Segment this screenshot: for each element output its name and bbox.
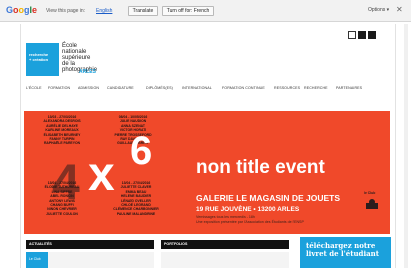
promo-line: livret de l'étudiant — [306, 248, 379, 258]
nav-item-admission[interactable]: ADMISSION — [78, 86, 99, 90]
google-logo-letter: e — [32, 5, 38, 15]
artists-column-4: 13/04 - 27/04/2016 JULIETTE CLAVER EMMA … — [108, 181, 164, 216]
logo-city: ARLES — [79, 69, 96, 75]
gallery-name: GALERIE LE MAGASIN DE JOUETS — [196, 193, 341, 203]
artists-column-1: 13/03 - 27/03/2016 ALEXANDRA DESROIS AUR… — [38, 115, 86, 146]
share-icon[interactable] — [358, 31, 366, 39]
artist-name: PAULINE MALANDRINE — [116, 211, 156, 216]
artists-column-3: 13/04 - 27/04/2016 ÉLODIE TUTHUREAU LINA… — [38, 181, 86, 216]
nav-item-international[interactable]: INTERNATIONAL — [182, 86, 212, 90]
close-icon[interactable]: ✕ — [396, 5, 403, 14]
nav-item-ressources[interactable]: RESSOURCES — [274, 86, 300, 90]
scrollbar[interactable] — [404, 24, 408, 268]
nav-item-diplomes[interactable]: DIPLÔMÉS(ES) — [146, 86, 173, 90]
main-nav: L'ÉCOLE FORMATION ADMISSION CANDIDATURE … — [24, 86, 394, 94]
event-banner[interactable]: 13/03 - 27/03/2016 ALEXANDRA DESROIS AUR… — [24, 111, 390, 234]
event-title: non title event — [196, 157, 325, 178]
artist-name: RAPHAËLE PAREYON — [43, 141, 81, 146]
club-stamp-icon — [366, 199, 378, 209]
translate-button[interactable]: Translate — [128, 6, 158, 16]
translate-bar: Google View this page in: English Transl… — [0, 0, 411, 22]
news-item[interactable] — [48, 252, 154, 268]
turn-off-button[interactable]: Turn off for: French — [162, 6, 214, 16]
artist-name: KARLINE MOREAUX — [45, 128, 79, 133]
translate-prompt: View this page in: — [46, 8, 86, 14]
nav-item-partenaires[interactable]: PARTENAIRES — [336, 86, 362, 90]
artist-name: JULIETTE COULON — [46, 211, 78, 216]
menu-icon[interactable] — [368, 31, 376, 39]
student-booklet-promo[interactable]: téléchargez notre livret de l'étudiant — [300, 237, 391, 268]
nav-item-formation-continue[interactable]: FORMATION CONTINUE — [222, 86, 265, 90]
gallery-address: 19 RUE JOUVÈNE • 13200 ARLES — [196, 206, 300, 213]
portfolios-section-header[interactable]: PORTFOLIOS — [161, 240, 289, 249]
portfolio-item[interactable] — [161, 252, 289, 268]
nav-item-recherche[interactable]: RECHERCHE — [304, 86, 328, 90]
big-number-six: 6 — [130, 129, 153, 173]
nav-item-candidature[interactable]: CANDIDATURE — [107, 86, 134, 90]
event-credit: Une exposition présentée par l'Associati… — [196, 220, 304, 224]
language-link[interactable]: English — [96, 8, 112, 14]
google-logo-letter: G — [6, 5, 14, 15]
search-icon[interactable] — [348, 31, 356, 39]
header-icons — [346, 26, 376, 44]
club-stamp-label: le Club — [364, 191, 376, 195]
event-note: Vernissages tous les mercredis - 18h — [196, 215, 255, 219]
logo-box-line: + création — [29, 57, 49, 62]
nav-item-ecole[interactable]: L'ÉCOLE — [26, 86, 42, 90]
options-menu[interactable]: Options ▾ — [368, 7, 389, 13]
nav-item-formation[interactable]: FORMATION — [48, 86, 70, 90]
logo-recherche-creation[interactable]: recherche + création — [26, 43, 59, 76]
news-section-header[interactable]: ACTUALITÉS — [26, 240, 154, 249]
google-logo: Google — [6, 5, 37, 15]
thumbnail-label: Le Club — [29, 257, 41, 261]
